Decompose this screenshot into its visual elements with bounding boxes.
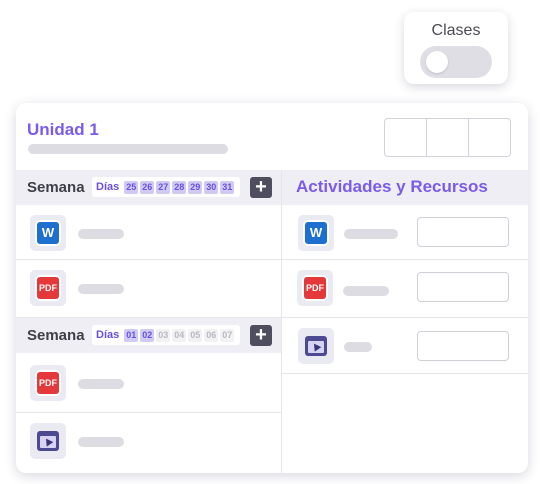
day-chip[interactable]: 29 bbox=[188, 180, 203, 194]
screen-tile bbox=[37, 431, 59, 451]
item-name-placeholder bbox=[78, 229, 124, 239]
screen-icon bbox=[298, 328, 334, 364]
resource-input-field[interactable] bbox=[417, 272, 509, 302]
week-label: Semana bbox=[27, 327, 85, 344]
unit-option-3[interactable] bbox=[469, 119, 510, 156]
day-chip[interactable]: 02 bbox=[140, 328, 155, 342]
days-label: Días bbox=[96, 181, 120, 193]
item-name-placeholder bbox=[78, 284, 124, 294]
days-label: Días bbox=[96, 329, 120, 341]
day-chip[interactable]: 07 bbox=[220, 328, 235, 342]
day-chip[interactable]: 30 bbox=[204, 180, 219, 194]
week-label: Semana bbox=[27, 179, 85, 196]
day-chip[interactable]: 05 bbox=[188, 328, 203, 342]
pdf-tile: PDF bbox=[37, 372, 59, 394]
resource-item[interactable]: PDF bbox=[282, 260, 528, 318]
day-chip[interactable]: 26 bbox=[140, 180, 155, 194]
resource-input-field[interactable] bbox=[417, 217, 509, 247]
list-item[interactable]: PDF bbox=[16, 260, 281, 318]
pdf-icon: PDF bbox=[30, 270, 66, 306]
unit-option-2[interactable] bbox=[427, 119, 469, 156]
resource-item[interactable] bbox=[282, 318, 528, 374]
day-chip[interactable]: 03 bbox=[156, 328, 171, 342]
day-chip[interactable]: 01 bbox=[124, 328, 139, 342]
days-selector: Días 01 02 03 04 05 06 07 bbox=[92, 325, 241, 345]
word-icon: W bbox=[30, 215, 66, 251]
screen-tile bbox=[305, 336, 327, 356]
days-selector: Días 25 26 27 28 29 30 31 bbox=[92, 177, 241, 197]
screen-icon bbox=[30, 423, 66, 459]
unit-card: Unidad 1 Semana Días 25 26 27 28 29 30 3… bbox=[16, 103, 528, 473]
toggle-knob bbox=[426, 51, 448, 73]
word-icon: W bbox=[298, 215, 334, 251]
add-button[interactable]: + bbox=[250, 177, 272, 198]
resource-input-field[interactable] bbox=[417, 331, 509, 361]
list-item[interactable]: W bbox=[16, 205, 281, 260]
day-chip[interactable]: 25 bbox=[124, 180, 139, 194]
item-name-placeholder bbox=[343, 286, 389, 296]
resources-header: Actividades y Recursos bbox=[282, 170, 528, 205]
classes-toggle-card: Clases bbox=[404, 12, 508, 84]
week-header-1: Semana Días 25 26 27 28 29 30 31 + bbox=[16, 170, 281, 205]
unit-description-placeholder bbox=[28, 144, 228, 154]
item-name-placeholder bbox=[344, 229, 398, 239]
pdf-tile: PDF bbox=[37, 277, 59, 299]
unit-options-group bbox=[384, 118, 511, 157]
day-chip[interactable]: 04 bbox=[172, 328, 187, 342]
resource-item[interactable]: W bbox=[282, 205, 528, 260]
day-chip[interactable]: 06 bbox=[204, 328, 219, 342]
day-chip[interactable]: 31 bbox=[220, 180, 235, 194]
pdf-icon: PDF bbox=[30, 365, 66, 401]
item-name-placeholder bbox=[344, 342, 372, 352]
pdf-icon: PDF bbox=[297, 270, 333, 306]
classes-toggle-label: Clases bbox=[431, 22, 481, 39]
week-header-2: Semana Días 01 02 03 04 05 06 07 + bbox=[16, 318, 281, 353]
pdf-tile: PDF bbox=[304, 277, 326, 299]
list-item[interactable]: PDF bbox=[16, 353, 281, 413]
word-tile: W bbox=[305, 222, 327, 244]
resources-title: Actividades y Recursos bbox=[296, 177, 488, 196]
item-name-placeholder bbox=[78, 379, 124, 389]
unit-option-1[interactable] bbox=[385, 119, 427, 156]
unit-title: Unidad 1 bbox=[27, 120, 99, 139]
word-tile: W bbox=[37, 222, 59, 244]
list-item[interactable] bbox=[16, 413, 281, 473]
add-button[interactable]: + bbox=[250, 325, 272, 346]
day-chip[interactable]: 27 bbox=[156, 180, 171, 194]
classes-toggle-switch[interactable] bbox=[420, 46, 492, 78]
day-chip[interactable]: 28 bbox=[172, 180, 187, 194]
item-name-placeholder bbox=[78, 437, 124, 447]
